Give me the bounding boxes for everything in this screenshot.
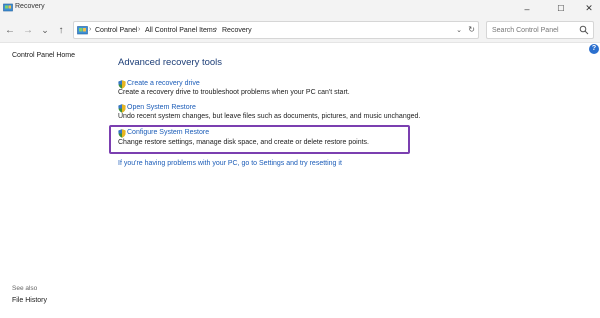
navigation-bar: ← → ⌄ ↑ › Control Panel › All Control Pa… bbox=[0, 17, 600, 43]
open-system-restore-link[interactable]: Open System Restore bbox=[127, 104, 196, 111]
reset-pc-link[interactable]: If you're having problems with your PC, … bbox=[118, 160, 342, 167]
refresh-icon[interactable]: ↻ bbox=[468, 25, 475, 34]
minimize-button[interactable]: – bbox=[516, 0, 538, 17]
configure-system-restore-link[interactable]: Configure System Restore bbox=[127, 129, 209, 136]
breadcrumb-separator: › bbox=[89, 26, 92, 33]
create-recovery-drive-description: Create a recovery drive to troubleshoot … bbox=[118, 89, 350, 96]
search-placeholder: Search Control Panel bbox=[492, 27, 559, 34]
address-bar[interactable]: › Control Panel › All Control Panel Item… bbox=[73, 21, 479, 39]
file-history-link[interactable]: File History bbox=[12, 297, 47, 304]
breadcrumb-control-panel[interactable]: Control Panel bbox=[95, 27, 137, 34]
breadcrumb-recovery[interactable]: Recovery bbox=[222, 27, 252, 34]
page-title: Advanced recovery tools bbox=[118, 57, 223, 68]
help-icon[interactable]: ? bbox=[589, 44, 599, 54]
breadcrumb-separator: › bbox=[215, 26, 218, 33]
configure-system-restore-description: Change restore settings, manage disk spa… bbox=[118, 139, 369, 146]
back-arrow-icon[interactable]: ← bbox=[4, 23, 16, 37]
breadcrumb-separator: › bbox=[138, 26, 141, 33]
search-input[interactable]: Search Control Panel bbox=[486, 21, 594, 39]
see-also-label: See also bbox=[12, 285, 38, 292]
create-recovery-drive-link[interactable]: Create a recovery drive bbox=[127, 80, 200, 87]
shield-icon bbox=[118, 129, 126, 138]
window-title: Recovery bbox=[15, 3, 45, 10]
shield-icon bbox=[118, 104, 126, 113]
maximize-button[interactable]: ☐ bbox=[550, 0, 572, 17]
breadcrumb-all-items[interactable]: All Control Panel Items bbox=[145, 27, 216, 34]
address-dropdown-chevron-icon[interactable]: ⌄ bbox=[456, 26, 462, 34]
search-icon bbox=[579, 25, 589, 35]
control-panel-icon bbox=[77, 26, 88, 35]
close-button[interactable]: ✕ bbox=[578, 0, 600, 17]
control-panel-icon bbox=[3, 3, 13, 12]
control-panel-home-link[interactable]: Control Panel Home bbox=[12, 52, 75, 59]
up-arrow-icon[interactable]: ↑ bbox=[55, 23, 67, 37]
open-system-restore-description: Undo recent system changes, but leave fi… bbox=[118, 113, 421, 120]
shield-icon bbox=[118, 80, 126, 89]
forward-arrow-icon[interactable]: → bbox=[22, 23, 34, 37]
title-bar: Recovery – ☐ ✕ bbox=[0, 0, 600, 17]
recent-locations-chevron-icon[interactable]: ⌄ bbox=[39, 23, 51, 37]
